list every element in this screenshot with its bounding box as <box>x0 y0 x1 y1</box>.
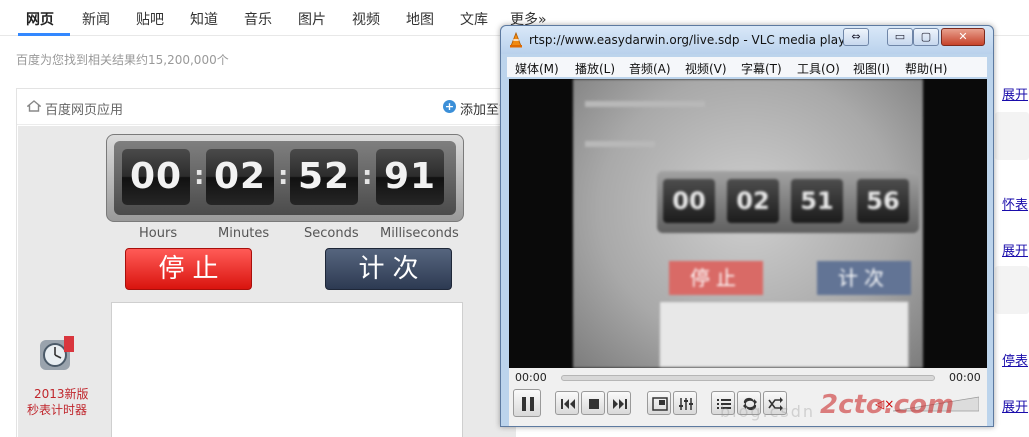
previous-icon <box>561 399 575 409</box>
total-time: 00:00 <box>949 371 981 384</box>
active-tab-indicator <box>18 33 70 36</box>
next-button[interactable] <box>607 391 631 415</box>
nav-tab-web[interactable]: 网页 <box>26 9 54 29</box>
previous-button[interactable] <box>555 391 579 415</box>
nav-tab-images[interactable]: 图片 <box>298 9 326 29</box>
nav-tab-zhidao[interactable]: 知道 <box>190 9 218 29</box>
timer-separator: : <box>194 161 205 191</box>
seek-bar[interactable] <box>561 375 935 381</box>
vlc-window: rtsp://www.easydarwin.org/live.sdp - VLC… <box>500 25 994 427</box>
elapsed-time: 00:00 <box>515 371 547 384</box>
add-circle-icon[interactable]: + <box>443 100 456 113</box>
next-icon <box>613 399 627 409</box>
video-lap-area <box>659 301 909 368</box>
app-card-title: 百度网页应用 <box>45 103 124 118</box>
label-seconds: Seconds <box>304 226 359 241</box>
vlc-window-title: rtsp://www.easydarwin.org/live.sdp - VLC… <box>529 33 847 47</box>
nav-tab-news[interactable]: 新闻 <box>82 9 110 29</box>
menu-media[interactable]: 媒体(M) <box>515 60 559 77</box>
menu-help[interactable]: 帮助(H) <box>905 60 947 77</box>
equalizer-icon <box>679 398 693 410</box>
fullscreen-icon <box>652 397 668 411</box>
right-link-pocket-watch[interactable]: 怀表 <box>1002 194 1028 213</box>
app-card-header: 百度网页应用 + 添加至首页 <box>17 89 525 125</box>
video-blurred-text <box>585 141 655 147</box>
video-timer-minutes: 02 <box>727 179 779 223</box>
menu-audio[interactable]: 音频(A) <box>629 60 671 77</box>
restore-size-icon[interactable]: ⇔ <box>843 28 869 46</box>
nav-tab-tieba[interactable]: 贴吧 <box>136 9 164 29</box>
lap-records-area <box>111 302 463 437</box>
side-app-label-line2[interactable]: 秒表计时器 <box>27 401 87 418</box>
menu-video[interactable]: 视频(V) <box>685 60 727 77</box>
label-hours: Hours <box>139 226 178 241</box>
blog-watermark: blog.csdn <box>720 402 816 421</box>
label-minutes: Minutes <box>218 226 270 241</box>
nav-tab-map[interactable]: 地图 <box>406 9 434 29</box>
fullscreen-button[interactable] <box>647 391 671 415</box>
stop-playback-button[interactable] <box>581 391 605 415</box>
right-link-stopwatch[interactable]: 停表 <box>1002 350 1028 369</box>
video-timer-panel: 00 02 51 56 <box>657 171 919 233</box>
video-blurred-text <box>585 101 705 107</box>
site-watermark: 2cto.com <box>820 390 955 420</box>
timer-separator: : <box>278 161 289 191</box>
timer-minutes: 02 <box>206 149 274 205</box>
extended-settings-button[interactable] <box>673 391 697 415</box>
right-link-expand[interactable]: 展开 <box>1002 396 1028 415</box>
stopwatch-stage: 00 : 02 : 52 : 91 Hours Minutes Seconds … <box>18 126 516 437</box>
pause-icon <box>522 397 534 411</box>
side-app-label-line1[interactable]: 2013新版 <box>34 385 89 402</box>
vlc-cone-icon <box>510 32 522 48</box>
timer-display: 00 : 02 : 52 : 91 <box>106 134 464 222</box>
stopwatch-thumbnail[interactable] <box>995 266 1029 314</box>
stopwatch-app-icon[interactable] <box>22 334 82 376</box>
video-timer-milliseconds: 56 <box>857 179 909 223</box>
pocket-watch-thumbnail[interactable] <box>995 112 1029 160</box>
timer-display-inner: 00 : 02 : 52 : 91 <box>114 141 456 215</box>
right-link-expand[interactable]: 展开 <box>1002 240 1028 259</box>
nav-tab-music[interactable]: 音乐 <box>244 9 272 29</box>
stop-icon <box>589 399 599 409</box>
lap-button[interactable]: 计次 <box>325 248 452 290</box>
pause-button[interactable] <box>513 389 541 417</box>
menu-tools[interactable]: 工具(O) <box>797 60 840 77</box>
video-timer-hours: 00 <box>663 179 715 223</box>
timer-seconds: 52 <box>290 149 358 205</box>
nav-tab-wenku[interactable]: 文库 <box>460 9 488 29</box>
home-icon <box>27 100 41 112</box>
menu-subtitle[interactable]: 字幕(T) <box>741 60 782 77</box>
stop-button[interactable]: 停止 <box>125 248 252 290</box>
maximize-button[interactable]: ▢ <box>913 28 939 46</box>
label-milliseconds: Milliseconds <box>380 226 459 241</box>
menu-view[interactable]: 视图(I) <box>853 60 890 77</box>
timer-separator: : <box>362 161 373 191</box>
minimize-button[interactable]: ▭ <box>887 28 913 46</box>
vlc-titlebar[interactable]: rtsp://www.easydarwin.org/live.sdp - VLC… <box>501 26 993 54</box>
video-frame: 00 02 51 56 停止 计次 <box>573 79 923 368</box>
timer-milliseconds: 91 <box>376 149 444 205</box>
web-app-card: 百度网页应用 + 添加至首页 00 : 02 : 52 : 91 Hours M… <box>16 88 525 437</box>
result-count: 百度为您找到相关结果约15,200,000个 <box>16 53 229 67</box>
vlc-video-area[interactable]: 00 02 51 56 停止 计次 <box>509 79 987 368</box>
video-stop-button: 停止 <box>669 261 763 295</box>
nav-tab-video[interactable]: 视频 <box>352 9 380 29</box>
video-timer-seconds: 51 <box>791 179 843 223</box>
right-link-expand[interactable]: 展开 <box>1002 84 1028 103</box>
timer-hours: 00 <box>122 149 190 205</box>
vlc-menu-bar: 媒体(M) 播放(L) 音频(A) 视频(V) 字幕(T) 工具(O) 视图(I… <box>507 57 987 77</box>
close-button[interactable]: ✕ <box>941 28 985 46</box>
menu-playback[interactable]: 播放(L) <box>575 60 615 77</box>
video-lap-button: 计次 <box>817 261 911 295</box>
